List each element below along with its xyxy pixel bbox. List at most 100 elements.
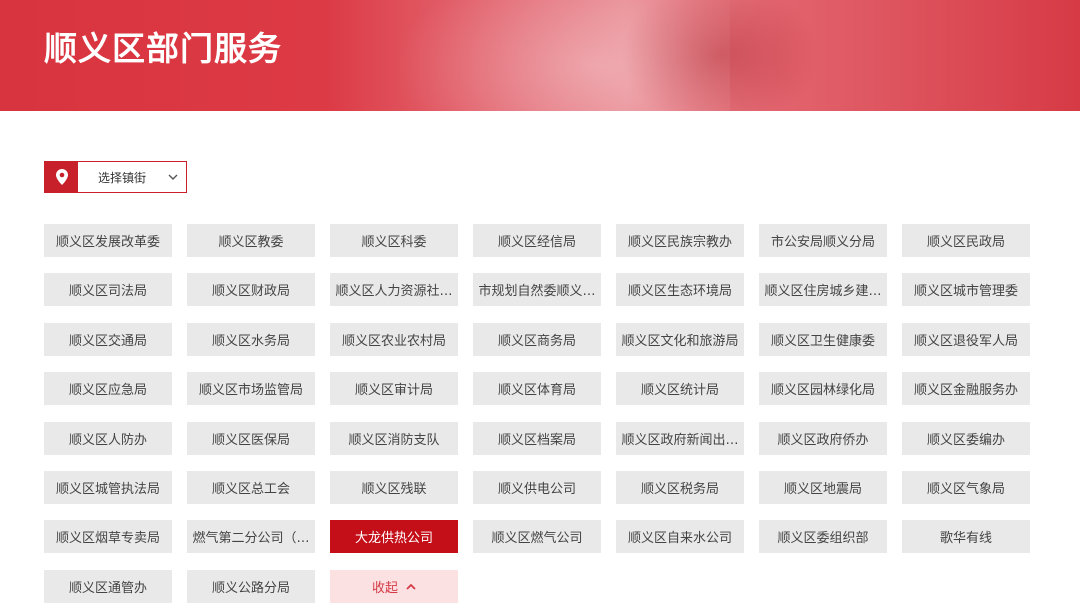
department-tile-label: 市公安局顺义分局 <box>770 235 875 250</box>
department-tile[interactable]: 顺义区消防支队 <box>330 422 458 455</box>
department-tile-label: 顺义区烟草专卖局 <box>55 531 160 546</box>
department-tile-label: 顺义区教委 <box>218 235 284 250</box>
department-tile[interactable]: 顺义区水务局 <box>187 323 315 356</box>
department-tile-label: 顺义区地震局 <box>783 482 862 497</box>
department-tile[interactable]: 顺义区司法局 <box>44 273 172 306</box>
department-tile[interactable]: 顺义区政府侨办 <box>759 422 887 455</box>
department-tile-label: 顺义区民政局 <box>926 235 1005 250</box>
department-tile-label: 顺义区燃气公司 <box>491 531 583 546</box>
department-tile[interactable]: 顺义区教委 <box>187 224 315 257</box>
department-tile[interactable]: 顺义区科委 <box>330 224 458 257</box>
department-tile-label: 顺义区总工会 <box>211 482 290 497</box>
department-tile-label: 顺义区民族宗教办 <box>627 235 732 250</box>
department-tile-label: 顺义区体育局 <box>497 383 576 398</box>
department-tile[interactable]: 顺义供电公司 <box>473 471 601 504</box>
department-tile-label: 顺义区城市管理委 <box>913 284 1018 299</box>
department-tile-label: 顺义区经信局 <box>497 235 576 250</box>
department-tile[interactable]: 顺义区应急局 <box>44 372 172 405</box>
department-tile-label: 顺义区商务局 <box>497 334 576 349</box>
department-tile[interactable]: 歌华有线 <box>902 520 1030 553</box>
department-tile[interactable]: 顺义区金融服务办 <box>902 372 1030 405</box>
department-tile[interactable]: 顺义区财政局 <box>187 273 315 306</box>
department-tile-label: 顺义公路分局 <box>211 581 290 596</box>
department-tile[interactable]: 顺义区市场监管局 <box>187 372 315 405</box>
department-tile[interactable]: 顺义区退役军人局 <box>902 323 1030 356</box>
department-tile[interactable]: 顺义区人防办 <box>44 422 172 455</box>
department-tile-label: 顺义区卫生健康委 <box>770 334 875 349</box>
department-tile[interactable]: 顺义区委编办 <box>902 422 1030 455</box>
department-tile[interactable]: 顺义区住房城乡建… <box>759 273 887 306</box>
department-tile[interactable]: 顺义区农业农村局 <box>330 323 458 356</box>
department-tile[interactable]: 顺义区残联 <box>330 471 458 504</box>
department-tile-label: 顺义区税务局 <box>640 482 719 497</box>
department-tile[interactable]: 顺义区交通局 <box>44 323 172 356</box>
department-tile-label: 顺义区城管执法局 <box>55 482 160 497</box>
header-banner: 顺义区部门服务 <box>0 0 1080 111</box>
department-tile[interactable]: 大龙供热公司 <box>330 520 458 553</box>
department-tile-label: 顺义区委编办 <box>926 433 1005 448</box>
department-tile-label: 顺义区自来水公司 <box>627 531 732 546</box>
department-tile[interactable]: 顺义区文化和旅游局 <box>616 323 744 356</box>
department-tile[interactable]: 顺义区燃气公司 <box>473 520 601 553</box>
department-tile-label: 顺义区审计局 <box>354 383 433 398</box>
department-tile-label: 顺义区政府新闻出… <box>621 433 739 448</box>
department-tile[interactable]: 顺义区气象局 <box>902 471 1030 504</box>
department-tile-label: 顺义区统计局 <box>640 383 719 398</box>
department-tile-label: 顺义区金融服务办 <box>913 383 1018 398</box>
department-tile-label: 歌华有线 <box>939 531 992 546</box>
department-tile[interactable]: 顺义区医保局 <box>187 422 315 455</box>
department-tile[interactable]: 顺义区商务局 <box>473 323 601 356</box>
department-tile[interactable]: 顺义区生态环境局 <box>616 273 744 306</box>
department-tile[interactable]: 顺义区发展改革委 <box>44 224 172 257</box>
department-tile-label: 顺义区交通局 <box>68 334 147 349</box>
collapse-button-label: 收起 <box>371 581 398 596</box>
department-tile[interactable]: 顺义区人力资源社… <box>330 273 458 306</box>
department-tile[interactable]: 顺义公路分局 <box>187 570 315 603</box>
chevron-down-icon <box>160 174 186 181</box>
department-tile-label: 顺义区文化和旅游局 <box>621 334 739 349</box>
department-tile[interactable]: 顺义区政府新闻出… <box>616 422 744 455</box>
department-tile[interactable]: 顺义区体育局 <box>473 372 601 405</box>
department-tile-label: 顺义区人防办 <box>68 433 147 448</box>
department-tile-label: 顺义区人力资源社… <box>335 284 453 299</box>
department-tile[interactable]: 顺义区统计局 <box>616 372 744 405</box>
department-tile-label: 顺义区委组织部 <box>777 531 869 546</box>
department-tile-label: 顺义区农业农村局 <box>341 334 446 349</box>
department-tile[interactable]: 顺义区园林绿化局 <box>759 372 887 405</box>
department-tile[interactable]: 顺义区卫生健康委 <box>759 323 887 356</box>
department-tile[interactable]: 顺义区烟草专卖局 <box>44 520 172 553</box>
department-tile-label: 顺义供电公司 <box>497 482 576 497</box>
department-tile[interactable]: 顺义区通管办 <box>44 570 172 603</box>
page-title: 顺义区部门服务 <box>44 29 282 68</box>
department-tile-label: 顺义区医保局 <box>211 433 290 448</box>
town-select-dropdown[interactable]: 选择镇街 <box>44 161 187 193</box>
collapse-button[interactable]: 收起 <box>330 570 458 603</box>
department-tile-label: 燃气第二分公司（… <box>192 531 310 546</box>
department-tile[interactable]: 顺义区审计局 <box>330 372 458 405</box>
department-tile[interactable]: 顺义区税务局 <box>616 471 744 504</box>
department-tile[interactable]: 顺义区自来水公司 <box>616 520 744 553</box>
department-tile-label: 大龙供热公司 <box>354 531 433 546</box>
department-tile-label: 顺义区应急局 <box>68 383 147 398</box>
department-tile-label: 顺义区退役军人局 <box>913 334 1018 349</box>
department-tile-label: 顺义区通管办 <box>68 581 147 596</box>
department-tile[interactable]: 顺义区民族宗教办 <box>616 224 744 257</box>
department-tile[interactable]: 燃气第二分公司（… <box>187 520 315 553</box>
department-tile-label: 顺义区发展改革委 <box>55 235 160 250</box>
chevron-up-icon <box>406 583 416 590</box>
department-tile[interactable]: 顺义区总工会 <box>187 471 315 504</box>
department-tile[interactable]: 市公安局顺义分局 <box>759 224 887 257</box>
department-tile-label: 顺义区水务局 <box>211 334 290 349</box>
department-tile-label: 顺义区气象局 <box>926 482 1005 497</box>
department-tile-label: 顺义区财政局 <box>211 284 290 299</box>
department-tile[interactable]: 顺义区城管执法局 <box>44 471 172 504</box>
department-tile[interactable]: 顺义区地震局 <box>759 471 887 504</box>
department-tile-label: 顺义区政府侨办 <box>777 433 869 448</box>
department-tile[interactable]: 市规划自然委顺义… <box>473 273 601 306</box>
department-tile-label: 顺义区档案局 <box>497 433 576 448</box>
department-tile[interactable]: 顺义区委组织部 <box>759 520 887 553</box>
department-tile[interactable]: 顺义区民政局 <box>902 224 1030 257</box>
department-tile[interactable]: 顺义区档案局 <box>473 422 601 455</box>
department-tile[interactable]: 顺义区城市管理委 <box>902 273 1030 306</box>
department-tile[interactable]: 顺义区经信局 <box>473 224 601 257</box>
